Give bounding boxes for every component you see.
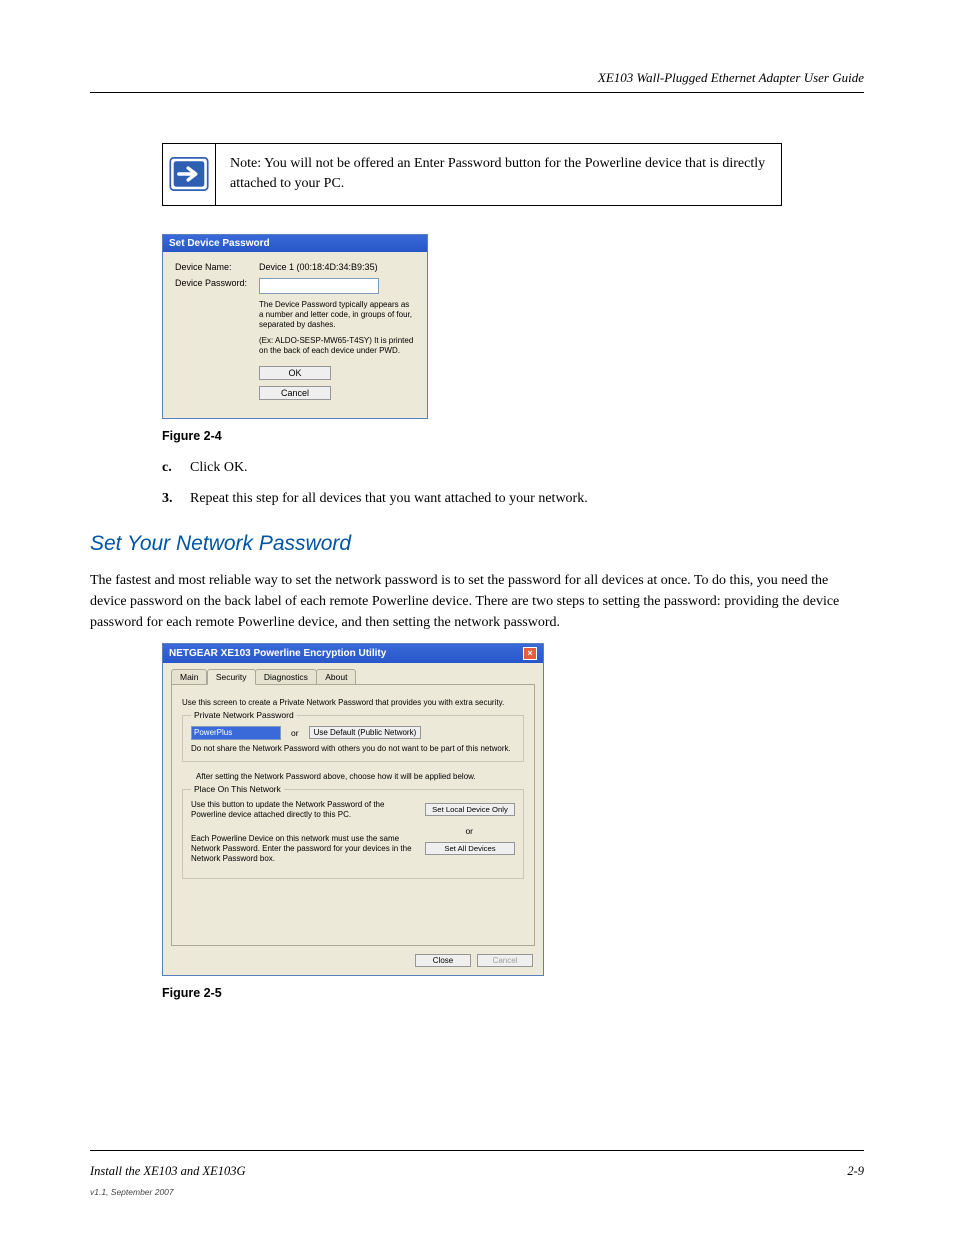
- step-c-text: Click OK.: [190, 457, 864, 479]
- set-all-devices-button[interactable]: Set All Devices: [425, 842, 515, 855]
- note-box: Note: You will not be offered an Enter P…: [162, 143, 782, 206]
- private-network-password-input[interactable]: PowerPlus: [191, 726, 281, 740]
- pon-text-1: Use this button to update the Network Pa…: [191, 800, 425, 820]
- value-device-name: Device 1 (00:18:4D:34:B9:35): [259, 262, 415, 272]
- step-3-marker: 3.: [162, 488, 190, 510]
- tab-about[interactable]: About: [316, 669, 356, 685]
- close-icon[interactable]: ×: [523, 647, 537, 660]
- dialog-encryption-utility: NETGEAR XE103 Powerline Encryption Utili…: [162, 643, 544, 976]
- page-footer: Install the XE103 and XE103G 2-9: [90, 1164, 864, 1179]
- cancel-button-large: Cancel: [477, 954, 533, 967]
- dialog-title: Set Device Password: [163, 235, 427, 252]
- step-c-marker: c.: [162, 457, 190, 479]
- step-3: 3. Repeat this step for all devices that…: [162, 488, 864, 510]
- tab-diagnostics[interactable]: Diagnostics: [255, 669, 317, 685]
- close-button[interactable]: Close: [415, 954, 471, 967]
- tab-body: Use this screen to create a Private Netw…: [171, 684, 535, 946]
- note-arrow-icon: [163, 144, 216, 205]
- tab-main[interactable]: Main: [171, 669, 207, 685]
- footer-version: v1.1, September 2007: [90, 1187, 174, 1197]
- device-password-help1: The Device Password typically appears as…: [259, 300, 415, 330]
- figure-2-4-caption: Figure 2-4: [162, 429, 864, 443]
- use-default-button[interactable]: Use Default (Public Network): [309, 726, 422, 739]
- device-password-input[interactable]: [259, 278, 379, 294]
- intro-line: Use this screen to create a Private Netw…: [182, 698, 524, 707]
- dialog-set-device-password: Set Device Password Device Name: Device …: [162, 234, 428, 419]
- figure-encryption-utility: NETGEAR XE103 Powerline Encryption Utili…: [162, 643, 864, 976]
- dialog-large-title: NETGEAR XE103 Powerline Encryption Utili…: [169, 648, 386, 659]
- after-set-line: After setting the Network Password above…: [196, 772, 524, 781]
- pon-text-2: Each Powerline Device on this network mu…: [191, 834, 425, 864]
- tab-security[interactable]: Security: [207, 669, 256, 685]
- ok-button[interactable]: OK: [259, 366, 331, 380]
- figure-set-device-password: Set Device Password Device Name: Device …: [162, 234, 864, 419]
- page-header-product: XE103 Wall-Plugged Ethernet Adapter User…: [90, 70, 864, 86]
- fieldset-private-network-password: Private Network Password PowerPlus or Us…: [182, 715, 524, 762]
- footer-rule: [90, 1150, 864, 1151]
- step-3-text: Repeat this step for all devices that yo…: [190, 488, 864, 510]
- section-paragraph: The fastest and most reliable way to set…: [90, 570, 864, 633]
- share-warning: Do not share the Network Password with o…: [191, 744, 515, 753]
- or-text: or: [291, 728, 299, 738]
- figure-2-5-caption: Figure 2-5: [162, 986, 864, 1000]
- note-text: Note: You will not be offered an Enter P…: [216, 144, 781, 205]
- device-password-help2: (Ex: ALDO-SESP-MW65-T4SY) It is printed …: [259, 336, 415, 356]
- fieldset-place-on-network: Place On This Network Use this button to…: [182, 789, 524, 879]
- set-local-device-only-button[interactable]: Set Local Device Only: [425, 803, 515, 816]
- label-device-name: Device Name:: [175, 262, 259, 272]
- label-device-password: Device Password:: [175, 278, 259, 294]
- section-heading: Set Your Network Password: [90, 532, 864, 556]
- tabs: Main Security Diagnostics About: [163, 663, 543, 685]
- cancel-button[interactable]: Cancel: [259, 386, 331, 400]
- legend-pon: Place On This Network: [191, 784, 284, 794]
- footer-left: Install the XE103 and XE103G: [90, 1164, 246, 1179]
- footer-right: 2-9: [847, 1164, 864, 1179]
- legend-pnp: Private Network Password: [191, 710, 297, 720]
- step-c: c. Click OK.: [162, 457, 864, 479]
- header-rule: [90, 92, 864, 93]
